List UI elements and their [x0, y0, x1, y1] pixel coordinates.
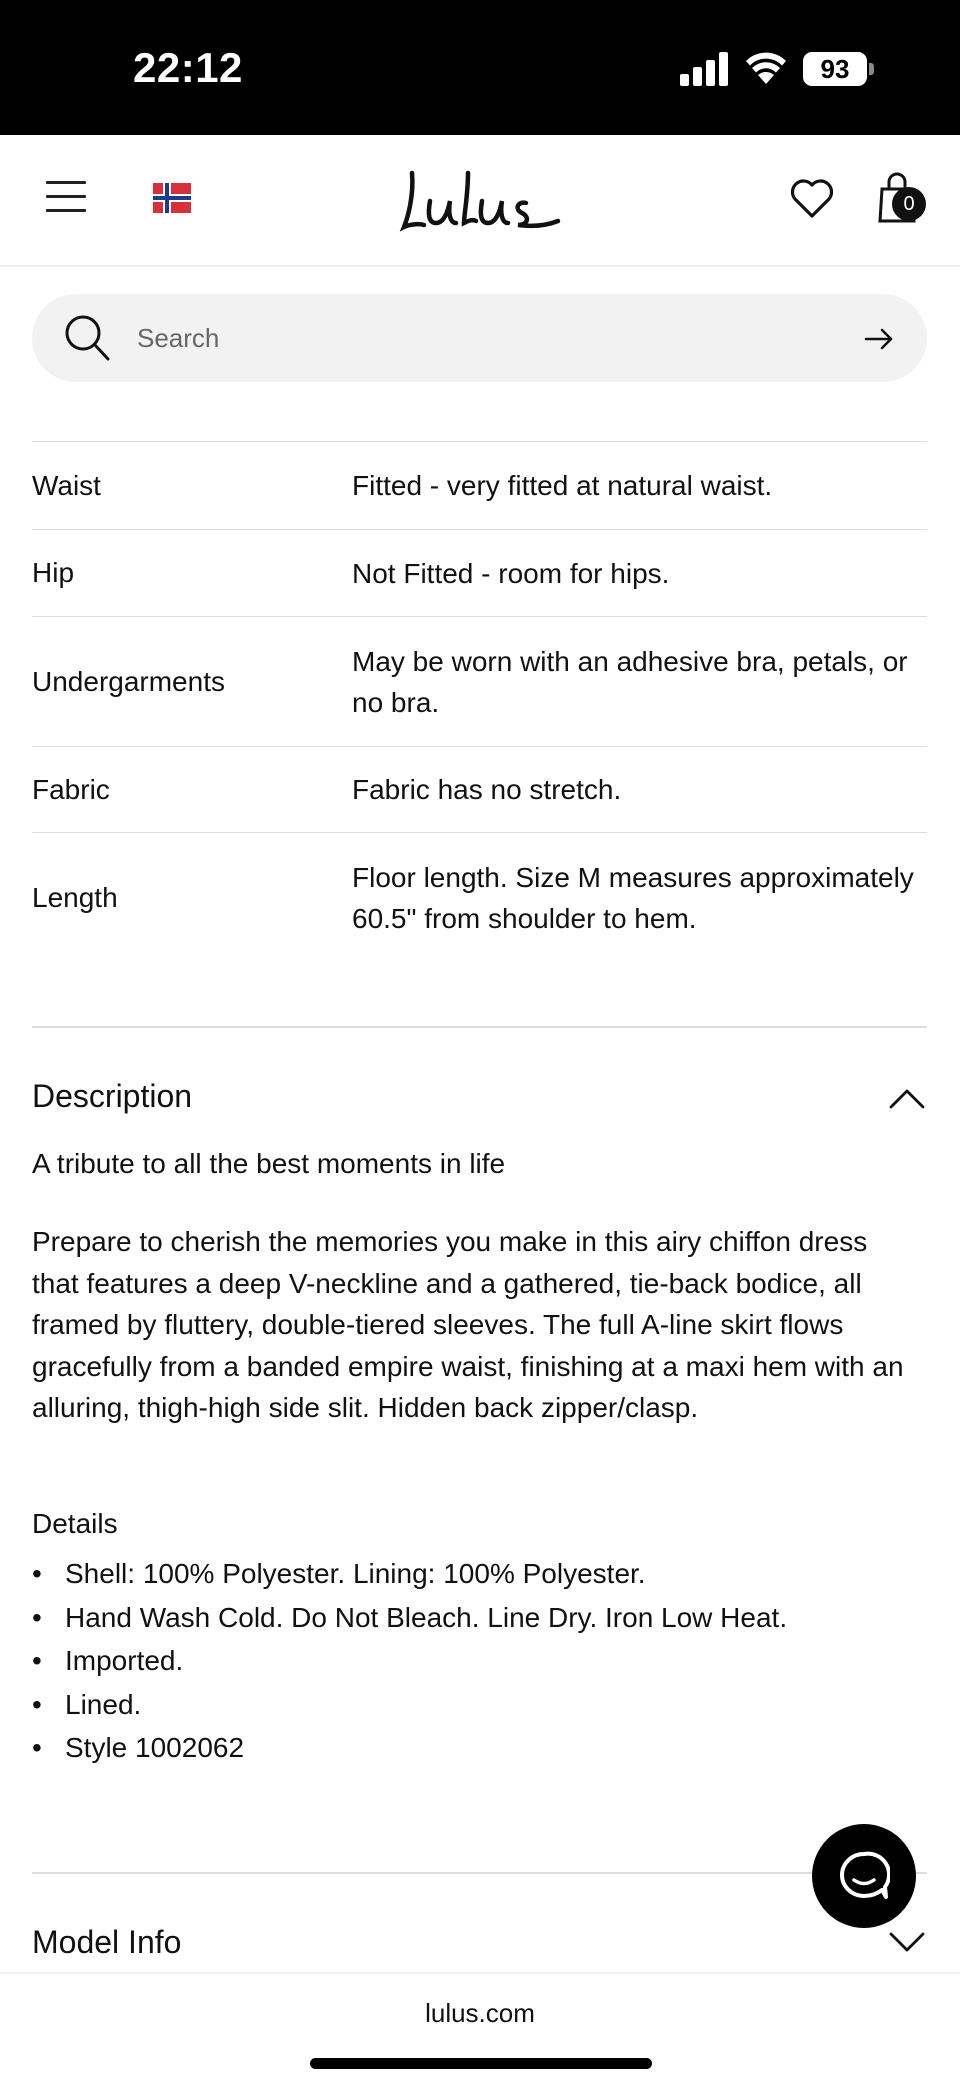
table-row-clipped — [32, 382, 927, 442]
cart-count-badge[interactable]: 0 — [892, 187, 926, 221]
status-time: 22:12 — [133, 44, 243, 91]
fit-value: Not Fitted - room for hips. — [352, 557, 670, 589]
home-indicator[interactable] — [310, 2058, 652, 2069]
site-header — [0, 135, 960, 267]
table-row: Fabric Fabric has no stretch. — [32, 747, 927, 833]
fit-value: Floor length. Size M measures approximat… — [352, 862, 914, 934]
chat-bubble-icon — [840, 1851, 890, 1899]
heart-icon[interactable] — [790, 177, 834, 219]
list-item: Style 1002062 — [32, 1726, 787, 1770]
fit-label: Undergarments — [32, 665, 225, 697]
battery-icon: 93 — [803, 52, 874, 86]
section-divider — [32, 1026, 927, 1028]
description-body: Prepare to cherish the memories you make… — [32, 1226, 904, 1423]
search-bar[interactable] — [32, 294, 927, 382]
browser-bottom-bar: lulus.com — [0, 1972, 960, 2086]
fit-label: Hip — [32, 557, 75, 588]
list-item: Hand Wash Cold. Do Not Bleach. Line Dry.… — [32, 1596, 787, 1640]
table-row: Undergarments May be worn with an adhesi… — [32, 617, 927, 747]
lulus-logo[interactable] — [398, 165, 562, 237]
norway-flag-icon[interactable] — [153, 183, 191, 213]
arrow-right-icon[interactable] — [862, 322, 896, 356]
menu-icon[interactable] — [46, 181, 86, 213]
chat-button[interactable] — [812, 1824, 916, 1928]
fit-value: Fitted - very fitted at natural waist. — [352, 470, 773, 501]
fit-label: Length — [32, 882, 118, 913]
url-label[interactable]: lulus.com — [0, 1998, 960, 2029]
fit-value: May be worn with an adhesive bra, petals… — [352, 645, 908, 718]
status-bar: 22:12 93 — [0, 0, 960, 135]
chevron-up-icon[interactable] — [888, 1086, 926, 1110]
description-heading[interactable]: Description — [32, 1078, 192, 1115]
fit-table: Waist Fitted - very fitted at natural wa… — [32, 382, 927, 963]
description-tagline: A tribute to all the best moments in lif… — [32, 1148, 506, 1179]
table-row: Hip Not Fitted - room for hips. — [32, 530, 927, 617]
fit-value: Fabric has no stretch. — [352, 774, 622, 805]
fit-label: Waist — [32, 469, 101, 501]
table-row: Length Floor length. Size M measures app… — [32, 833, 927, 963]
list-item: Lined. — [32, 1683, 787, 1727]
list-item: Imported. — [32, 1639, 787, 1683]
chevron-down-icon[interactable] — [888, 1930, 926, 1954]
table-row: Waist Fitted - very fitted at natural wa… — [32, 442, 927, 530]
wifi-icon — [746, 52, 786, 84]
section-divider — [32, 1872, 927, 1874]
search-icon — [65, 315, 110, 361]
battery-level: 93 — [803, 52, 867, 86]
list-item: Shell: 100% Polyester. Lining: 100% Poly… — [32, 1552, 787, 1596]
signal-icon — [680, 52, 728, 86]
model-info-heading[interactable]: Model Info — [32, 1924, 181, 1961]
fit-label: Fabric — [32, 773, 110, 805]
search-input[interactable] — [137, 314, 837, 362]
details-heading: Details — [32, 1508, 118, 1539]
details-list: Shell: 100% Polyester. Lining: 100% Poly… — [32, 1552, 787, 1770]
